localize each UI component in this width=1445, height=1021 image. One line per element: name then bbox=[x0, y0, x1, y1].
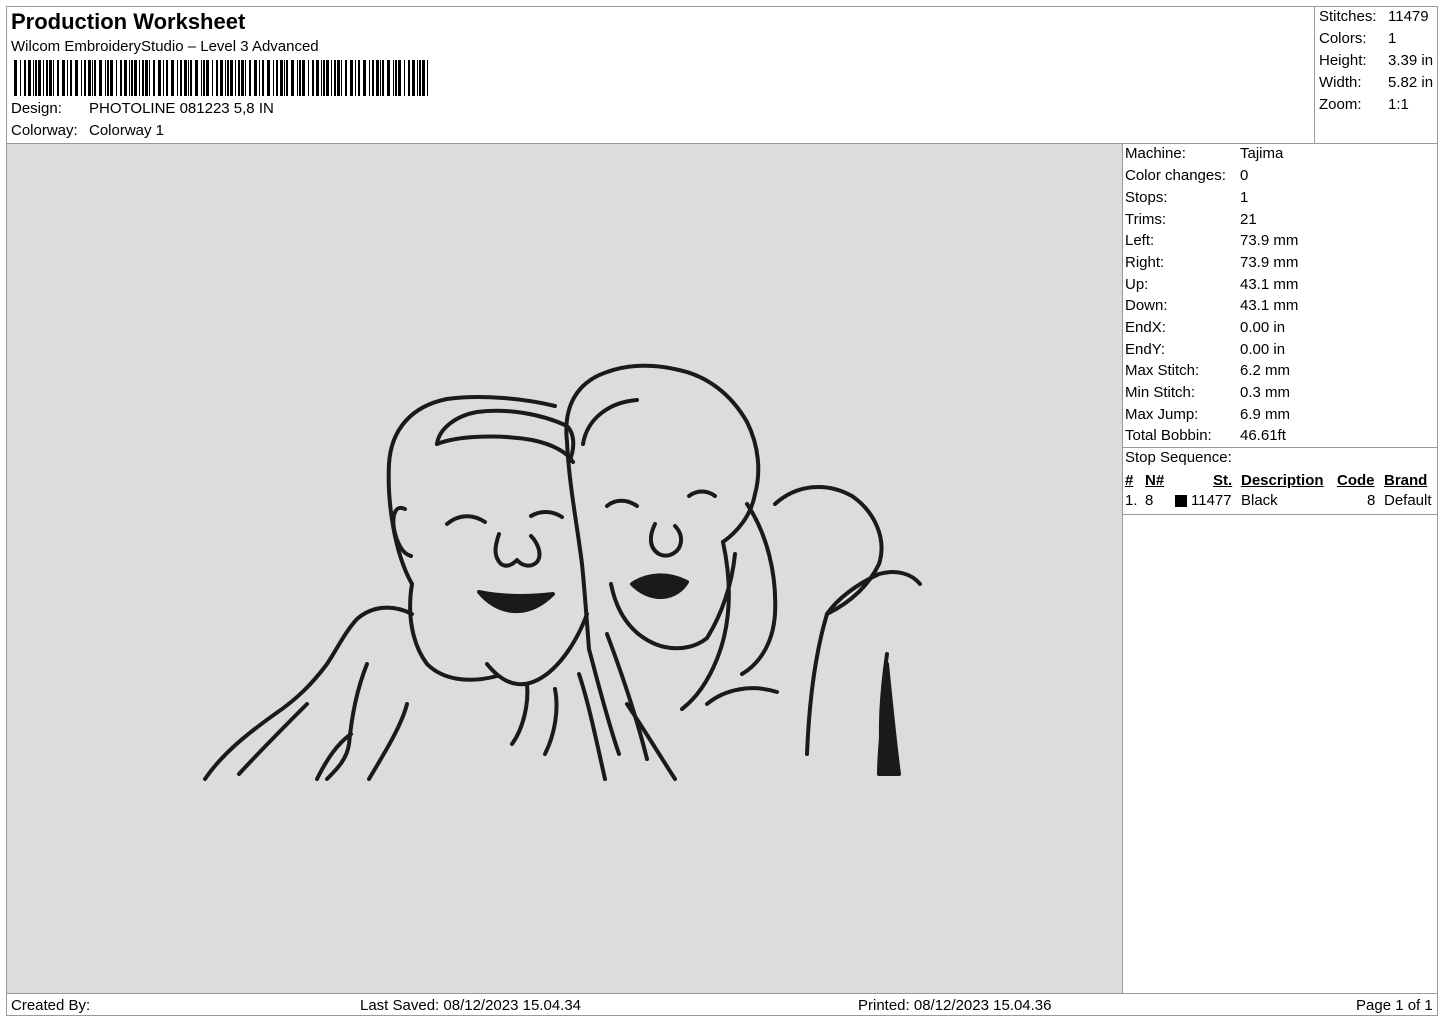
info-value: 73.9 mm bbox=[1240, 232, 1299, 249]
info-value: 43.1 mm bbox=[1240, 276, 1299, 293]
info-label: EndX: bbox=[1125, 319, 1166, 336]
stat-zoom: Zoom: 1:1 bbox=[1319, 96, 1437, 113]
design-row: Design: PHOTOLINE 081223 5,8 IN bbox=[11, 100, 274, 117]
info-trims: Trims: 21 bbox=[1125, 211, 1257, 228]
seq-header-brand: Brand bbox=[1384, 472, 1428, 489]
stat-label: Stitches: bbox=[1319, 8, 1377, 25]
stat-value: 1:1 bbox=[1388, 96, 1409, 113]
info-value: 6.9 mm bbox=[1240, 406, 1291, 423]
info-value: 1 bbox=[1240, 189, 1249, 206]
info-value: 73.9 mm bbox=[1240, 254, 1299, 271]
info-label: Down: bbox=[1125, 297, 1168, 314]
stat-value: 1 bbox=[1388, 30, 1397, 47]
printed-date: Printed: 08/12/2023 15.04.36 bbox=[858, 997, 1052, 1014]
seq-header-needle: N# bbox=[1145, 472, 1165, 489]
info-value: 0.3 mm bbox=[1240, 384, 1291, 401]
worksheet-footer: Created By: Last Saved: 08/12/2023 15.04… bbox=[7, 995, 1437, 1015]
stat-value: 3.39 in bbox=[1388, 52, 1434, 69]
info-label: Max Jump: bbox=[1125, 406, 1199, 423]
seq-header-description: Description bbox=[1241, 472, 1324, 489]
info-label: Stops: bbox=[1125, 189, 1168, 206]
info-label: Max Stitch: bbox=[1125, 362, 1200, 379]
stat-label: Colors: bbox=[1319, 30, 1367, 47]
seq-row-code: 8 bbox=[1367, 492, 1376, 509]
info-min-stitch: Min Stitch: 0.3 mm bbox=[1125, 384, 1290, 401]
info-label: Trims: bbox=[1125, 211, 1167, 228]
stat-value: 11479 bbox=[1388, 8, 1429, 25]
sequence-divider bbox=[1123, 514, 1437, 515]
colorway-row: Colorway: Colorway 1 bbox=[11, 122, 164, 139]
info-total-bobbin: Total Bobbin: 46.61ft bbox=[1125, 427, 1286, 444]
info-machine: Machine: Tajima bbox=[1125, 145, 1283, 162]
info-value: 21 bbox=[1240, 211, 1257, 228]
colorway-label: Colorway: bbox=[11, 122, 78, 139]
info-label: Left: bbox=[1125, 232, 1155, 249]
info-value: Tajima bbox=[1240, 145, 1284, 162]
info-label: Machine: bbox=[1125, 145, 1186, 162]
info-value: 0 bbox=[1240, 167, 1249, 184]
stat-label: Zoom: bbox=[1319, 96, 1362, 113]
stat-colors: Colors: 1 bbox=[1319, 30, 1437, 47]
worksheet-title: Production Worksheet bbox=[11, 9, 246, 34]
info-stops: Stops: 1 bbox=[1125, 189, 1248, 206]
seq-header-code: Code bbox=[1337, 472, 1375, 489]
stat-width: Width: 5.82 in bbox=[1319, 74, 1437, 91]
embroidery-design-artwork bbox=[203, 363, 922, 781]
info-value: 0.00 in bbox=[1240, 319, 1286, 336]
info-divider bbox=[1123, 447, 1437, 448]
stat-height: Height: 3.39 in bbox=[1319, 52, 1437, 69]
info-label: Color changes: bbox=[1125, 167, 1226, 184]
info-label: Total Bobbin: bbox=[1125, 427, 1212, 444]
info-label: Min Stitch: bbox=[1125, 384, 1196, 401]
software-name: Wilcom EmbroideryStudio – Level 3 Advanc… bbox=[11, 38, 319, 55]
stats-box: Stitches: 11479 Colors: 1 Height: 3.39 in W… bbox=[1314, 7, 1438, 143]
info-down: Down: 43.1 mm bbox=[1125, 297, 1298, 314]
stat-label: Height: bbox=[1319, 52, 1367, 69]
info-max-stitch: Max Stitch: 6.2 mm bbox=[1125, 362, 1290, 379]
info-endx: EndX: 0.00 in bbox=[1125, 319, 1285, 336]
production-worksheet: Production Worksheet Wilcom EmbroiderySt… bbox=[6, 6, 1438, 1016]
info-value: 46.61ft bbox=[1240, 427, 1286, 444]
stat-value: 5.82 in bbox=[1388, 74, 1434, 91]
last-saved: Last Saved: 08/12/2023 15.04.34 bbox=[360, 997, 582, 1014]
seq-header-stitches: St. bbox=[1213, 472, 1233, 489]
info-label: Right: bbox=[1125, 254, 1165, 271]
design-preview bbox=[7, 144, 1123, 994]
info-value: 0.00 in bbox=[1240, 341, 1286, 358]
footer-divider bbox=[7, 993, 1437, 994]
info-left: Left: 73.9 mm bbox=[1125, 232, 1298, 249]
info-color-changes: Color changes: 0 bbox=[1125, 167, 1248, 184]
design-value: PHOTOLINE 081223 5,8 IN bbox=[89, 100, 274, 117]
info-label: Up: bbox=[1125, 276, 1149, 293]
seq-row-brand: Default bbox=[1384, 492, 1432, 509]
seq-row-description: Black bbox=[1241, 492, 1278, 509]
info-value: 6.2 mm bbox=[1240, 362, 1291, 379]
stop-sequence-label: Stop Sequence: bbox=[1125, 449, 1232, 466]
barcode bbox=[14, 60, 428, 96]
seq-row-stitches: 11477 bbox=[1191, 492, 1232, 509]
info-max-jump: Max Jump: 6.9 mm bbox=[1125, 406, 1290, 423]
info-endy: EndY: 0.00 in bbox=[1125, 341, 1285, 358]
info-value: 43.1 mm bbox=[1240, 297, 1299, 314]
worksheet-header: Production Worksheet Wilcom EmbroiderySt… bbox=[7, 7, 1314, 143]
info-right: Right: 73.9 mm bbox=[1125, 254, 1298, 271]
design-label: Design: bbox=[11, 100, 62, 117]
seq-row-needle: 8 bbox=[1145, 492, 1154, 509]
page-number: Page 1 of 1 bbox=[1356, 997, 1433, 1014]
stat-label: Width: bbox=[1319, 74, 1362, 91]
seq-header-num: # bbox=[1125, 472, 1134, 489]
stat-stitches: Stitches: 11479 bbox=[1319, 8, 1437, 25]
colorway-value: Colorway 1 bbox=[89, 122, 165, 139]
info-up: Up: 43.1 mm bbox=[1125, 276, 1298, 293]
created-by: Created By: bbox=[11, 997, 91, 1014]
seq-row-num: 1. bbox=[1125, 492, 1138, 509]
info-label: EndY: bbox=[1125, 341, 1166, 358]
thread-color-swatch bbox=[1175, 495, 1187, 507]
